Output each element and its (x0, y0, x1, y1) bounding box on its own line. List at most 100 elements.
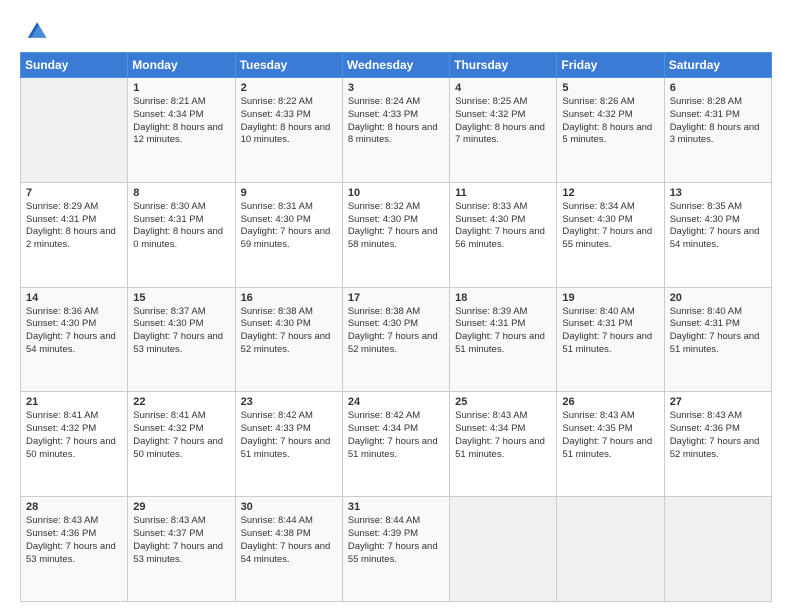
cell-info: Sunrise: 8:43 AMSunset: 4:36 PMDaylight:… (26, 515, 122, 566)
calendar-cell: 31 Sunrise: 8:44 AMSunset: 4:39 PMDayligh… (342, 497, 449, 602)
calendar-cell: 15 Sunrise: 8:37 AMSunset: 4:30 PMDayligh… (128, 287, 235, 392)
calendar-table: SundayMondayTuesdayWednesdayThursdayFrid… (20, 52, 772, 602)
calendar-cell: 10Sunrise: 8:32 AMSunset: 4:30 PMDayligh… (342, 182, 449, 287)
calendar-week-row: 1 Sunrise: 8:21 AMSunset: 4:34 PMDaylight… (21, 78, 772, 183)
cell-info: Sunrise: 8:36 AMSunset: 4:30 PMDaylight:… (26, 306, 122, 357)
day-number: 19 (562, 292, 658, 304)
cell-info: Sunrise: 8:33 AMSunset: 4:30 PMDaylight:… (455, 201, 551, 252)
calendar-header-tuesday: Tuesday (235, 53, 342, 78)
day-number: 23 (241, 396, 337, 408)
calendar-cell: 19 Sunrise: 8:40 AMSunset: 4:31 PMDayligh… (557, 287, 664, 392)
day-number: 15 (133, 292, 229, 304)
cell-info: Sunrise: 8:37 AMSunset: 4:30 PMDaylight:… (133, 306, 229, 357)
calendar-header-sunday: Sunday (21, 53, 128, 78)
day-number: 3 (348, 82, 444, 94)
logo-icon (20, 16, 48, 44)
cell-info: Sunrise: 8:40 AMSunset: 4:31 PMDaylight:… (562, 306, 658, 357)
calendar-week-row: 21 Sunrise: 8:41 AMSunset: 4:32 PMDayligh… (21, 392, 772, 497)
cell-info: Sunrise: 8:42 AMSunset: 4:34 PMDaylight:… (348, 410, 444, 461)
calendar-header-thursday: Thursday (450, 53, 557, 78)
header (20, 16, 772, 44)
cell-info: Sunrise: 8:43 AMSunset: 4:37 PMDaylight:… (133, 515, 229, 566)
logo (20, 16, 54, 44)
calendar-cell: 30 Sunrise: 8:44 AMSunset: 4:38 PMDayligh… (235, 497, 342, 602)
cell-info: Sunrise: 8:29 AMSunset: 4:31 PMDaylight:… (26, 201, 122, 252)
day-number: 1 (133, 82, 229, 94)
calendar-cell (557, 497, 664, 602)
day-number: 24 (348, 396, 444, 408)
calendar-cell: 5Sunrise: 8:26 AMSunset: 4:32 PMDaylight… (557, 78, 664, 183)
day-number: 21 (26, 396, 122, 408)
calendar-cell (664, 497, 771, 602)
calendar-cell: 13 Sunrise: 8:35 AMSunset: 4:30 PMDayligh… (664, 182, 771, 287)
calendar-cell: 28 Sunrise: 8:43 AMSunset: 4:36 PMDayligh… (21, 497, 128, 602)
calendar-cell: 7Sunrise: 8:29 AMSunset: 4:31 PMDaylight… (21, 182, 128, 287)
day-number: 30 (241, 501, 337, 513)
cell-info: Sunrise: 8:44 AMSunset: 4:39 PMDaylight:… (348, 515, 444, 566)
day-number: 11 (455, 187, 551, 199)
day-number: 18 (455, 292, 551, 304)
cell-info: Sunrise: 8:25 AMSunset: 4:32 PMDaylight:… (455, 96, 551, 147)
calendar-cell: 21 Sunrise: 8:41 AMSunset: 4:32 PMDayligh… (21, 392, 128, 497)
cell-info: Sunrise: 8:21 AMSunset: 4:34 PMDaylight:… (133, 96, 229, 147)
day-number: 20 (670, 292, 766, 304)
cell-info: Sunrise: 8:30 AMSunset: 4:31 PMDaylight:… (133, 201, 229, 252)
cell-info: Sunrise: 8:43 AMSunset: 4:36 PMDaylight:… (670, 410, 766, 461)
calendar-header-saturday: Saturday (664, 53, 771, 78)
calendar-header-monday: Monday (128, 53, 235, 78)
calendar-cell: 25 Sunrise: 8:43 AMSunset: 4:34 PMDayligh… (450, 392, 557, 497)
calendar-week-row: 28 Sunrise: 8:43 AMSunset: 4:36 PMDayligh… (21, 497, 772, 602)
calendar-cell: 14Sunrise: 8:36 AMSunset: 4:30 PMDayligh… (21, 287, 128, 392)
cell-info: Sunrise: 8:43 AMSunset: 4:35 PMDaylight:… (562, 410, 658, 461)
day-number: 28 (26, 501, 122, 513)
day-number: 17 (348, 292, 444, 304)
day-number: 31 (348, 501, 444, 513)
day-number: 6 (670, 82, 766, 94)
calendar-cell: 17 Sunrise: 8:38 AMSunset: 4:30 PMDayligh… (342, 287, 449, 392)
day-number: 25 (455, 396, 551, 408)
calendar-cell: 22Sunrise: 8:41 AMSunset: 4:32 PMDayligh… (128, 392, 235, 497)
calendar-cell: 6 Sunrise: 8:28 AMSunset: 4:31 PMDaylight… (664, 78, 771, 183)
calendar-cell: 27 Sunrise: 8:43 AMSunset: 4:36 PMDayligh… (664, 392, 771, 497)
calendar-cell: 20 Sunrise: 8:40 AMSunset: 4:31 PMDayligh… (664, 287, 771, 392)
cell-info: Sunrise: 8:40 AMSunset: 4:31 PMDaylight:… (670, 306, 766, 357)
calendar-week-row: 14Sunrise: 8:36 AMSunset: 4:30 PMDayligh… (21, 287, 772, 392)
cell-info: Sunrise: 8:38 AMSunset: 4:30 PMDaylight:… (241, 306, 337, 357)
calendar-cell: 2 Sunrise: 8:22 AMSunset: 4:33 PMDaylight… (235, 78, 342, 183)
day-number: 4 (455, 82, 551, 94)
day-number: 12 (562, 187, 658, 199)
cell-info: Sunrise: 8:26 AMSunset: 4:32 PMDaylight:… (562, 96, 658, 147)
day-number: 9 (241, 187, 337, 199)
calendar-cell: 12 Sunrise: 8:34 AMSunset: 4:30 PMDayligh… (557, 182, 664, 287)
calendar-cell: 4 Sunrise: 8:25 AMSunset: 4:32 PMDaylight… (450, 78, 557, 183)
calendar-cell: 8 Sunrise: 8:30 AMSunset: 4:31 PMDaylight… (128, 182, 235, 287)
day-number: 13 (670, 187, 766, 199)
calendar-cell: 3 Sunrise: 8:24 AMSunset: 4:33 PMDaylight… (342, 78, 449, 183)
cell-info: Sunrise: 8:35 AMSunset: 4:30 PMDaylight:… (670, 201, 766, 252)
calendar-cell: 26 Sunrise: 8:43 AMSunset: 4:35 PMDayligh… (557, 392, 664, 497)
calendar-cell: 18Sunrise: 8:39 AMSunset: 4:31 PMDayligh… (450, 287, 557, 392)
day-number: 27 (670, 396, 766, 408)
calendar-cell (450, 497, 557, 602)
cell-info: Sunrise: 8:38 AMSunset: 4:30 PMDaylight:… (348, 306, 444, 357)
calendar-cell (21, 78, 128, 183)
calendar-cell: 9Sunrise: 8:31 AMSunset: 4:30 PMDaylight… (235, 182, 342, 287)
day-number: 10 (348, 187, 444, 199)
day-number: 8 (133, 187, 229, 199)
page: SundayMondayTuesdayWednesdayThursdayFrid… (0, 0, 792, 612)
day-number: 2 (241, 82, 337, 94)
cell-info: Sunrise: 8:44 AMSunset: 4:38 PMDaylight:… (241, 515, 337, 566)
cell-info: Sunrise: 8:41 AMSunset: 4:32 PMDaylight:… (133, 410, 229, 461)
calendar-header-wednesday: Wednesday (342, 53, 449, 78)
cell-info: Sunrise: 8:28 AMSunset: 4:31 PMDaylight:… (670, 96, 766, 147)
cell-info: Sunrise: 8:41 AMSunset: 4:32 PMDaylight:… (26, 410, 122, 461)
calendar-cell: 1 Sunrise: 8:21 AMSunset: 4:34 PMDaylight… (128, 78, 235, 183)
calendar-cell: 29Sunrise: 8:43 AMSunset: 4:37 PMDayligh… (128, 497, 235, 602)
cell-info: Sunrise: 8:43 AMSunset: 4:34 PMDaylight:… (455, 410, 551, 461)
cell-info: Sunrise: 8:24 AMSunset: 4:33 PMDaylight:… (348, 96, 444, 147)
cell-info: Sunrise: 8:22 AMSunset: 4:33 PMDaylight:… (241, 96, 337, 147)
day-number: 26 (562, 396, 658, 408)
calendar-week-row: 7Sunrise: 8:29 AMSunset: 4:31 PMDaylight… (21, 182, 772, 287)
calendar-header-row: SundayMondayTuesdayWednesdayThursdayFrid… (21, 53, 772, 78)
cell-info: Sunrise: 8:34 AMSunset: 4:30 PMDaylight:… (562, 201, 658, 252)
